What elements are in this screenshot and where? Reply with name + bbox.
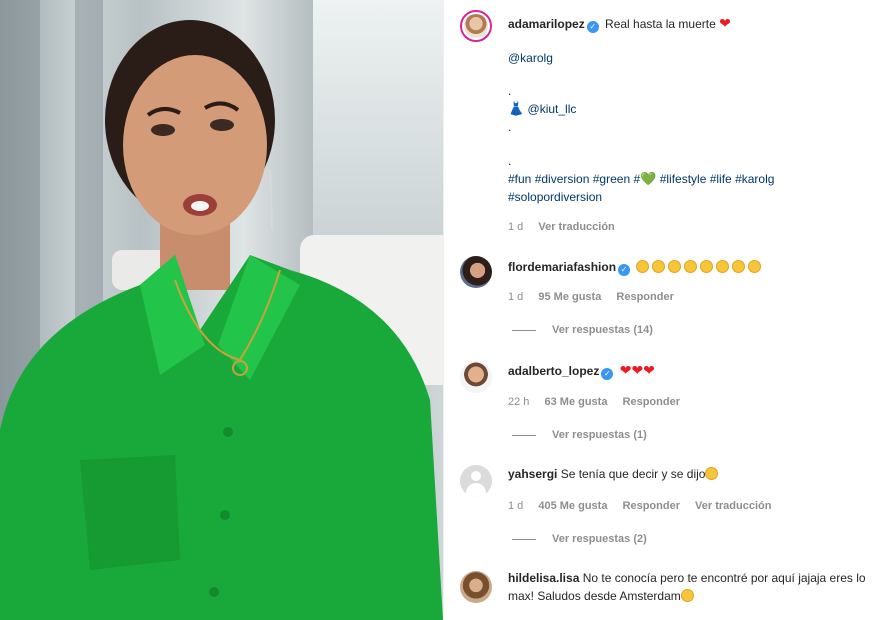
- comment-text: hildelisa.lisa No te conocía pero te enc…: [508, 569, 880, 605]
- view-replies-button[interactable]: Ver respuestas (2): [512, 532, 647, 546]
- laughing-emoji-icon: [636, 260, 764, 274]
- comment-meta: 1 d 95 Me gusta Responder: [508, 290, 686, 304]
- verified-icon: ✓: [618, 264, 631, 276]
- dot-line: .: [508, 120, 512, 134]
- commenter-avatar[interactable]: [460, 465, 492, 497]
- comment-item: hildelisa.lisa No te conocía pero te enc…: [460, 569, 880, 614]
- comments-panel[interactable]: adamarilopez ✓ Real hasta la muerte ❤ @ka…: [443, 0, 888, 620]
- comment-meta: 22 h 63 Me gusta Responder: [508, 395, 692, 409]
- dot-line: .: [508, 84, 512, 98]
- comment-time: 1 d: [508, 291, 524, 303]
- caption-line: Real hasta la muerte: [605, 17, 716, 31]
- comment-time: 22 h: [508, 396, 530, 408]
- hashtag-link[interactable]: #green: [593, 172, 630, 186]
- translate-button[interactable]: Ver traducción: [538, 221, 614, 233]
- comment-text: yahsergi Se tenía que decir y se dijo: [508, 465, 880, 483]
- replies-divider: [512, 434, 536, 436]
- winking-emoji-icon: [680, 589, 694, 602]
- commenter-avatar[interactable]: [460, 256, 492, 288]
- post-meta: 1 d Ver traducción: [508, 220, 627, 234]
- green-heart-icon: 💚: [640, 171, 657, 186]
- post-time: 1 d: [508, 221, 524, 233]
- comment-item: flordemariafashion ✓ 1 d 95 Me gusta Resp…: [460, 256, 880, 346]
- comment-text: flordemariafashion ✓: [508, 258, 880, 276]
- comment-item: adalberto_lopez ✓ ❤❤❤ 22 h 63 Me gusta Re…: [460, 361, 880, 451]
- comment-time: 1 d: [508, 500, 524, 512]
- comment-text: adalberto_lopez ✓ ❤❤❤: [508, 361, 880, 380]
- hashtag-link[interactable]: #life: [710, 172, 732, 186]
- replies-divider: [512, 329, 536, 331]
- likes-count[interactable]: 405 Me gusta: [538, 500, 607, 512]
- commenter-avatar[interactable]: [460, 361, 492, 393]
- hashtags: #fun #diversion #green #💚 #lifestyle #li…: [508, 170, 880, 206]
- mention-link[interactable]: @karolg: [508, 51, 553, 65]
- hashtag-link[interactable]: #lifestyle: [660, 172, 707, 186]
- hashtag-link[interactable]: #diversion: [535, 172, 590, 186]
- comment-username[interactable]: adalberto_lopez: [508, 364, 599, 378]
- hashtag-link[interactable]: #karolg: [735, 172, 774, 186]
- translate-button[interactable]: Ver traducción: [695, 500, 771, 512]
- likes-count[interactable]: 95 Me gusta: [538, 291, 601, 303]
- laughing-emoji-icon: [705, 467, 719, 480]
- comment-item: yahsergi Se tenía que decir y se dijo 1 …: [460, 465, 880, 555]
- commenter-avatar[interactable]: [460, 571, 492, 603]
- hashtag-link[interactable]: #fun: [508, 172, 531, 186]
- reply-button[interactable]: Responder: [616, 291, 673, 303]
- red-heart-icon: ❤: [643, 362, 655, 378]
- red-dress-icon: 👗: [508, 101, 525, 116]
- caption-text: adamarilopez ✓ Real hasta la muerte ❤: [508, 14, 880, 33]
- hashtag-link[interactable]: #💚: [633, 171, 657, 186]
- hashtag-link[interactable]: #solopordiversion: [508, 190, 602, 204]
- red-heart-icon: ❤: [619, 362, 632, 378]
- mention-link[interactable]: @kiut_llc: [528, 102, 577, 116]
- likes-count[interactable]: 63 Me gusta: [544, 396, 607, 408]
- person-illustration: [0, 20, 443, 620]
- replies-divider: [512, 538, 536, 540]
- author-avatar[interactable]: [460, 10, 492, 42]
- verified-icon: ✓: [586, 21, 599, 33]
- post-caption: adamarilopez ✓ Real hasta la muerte ❤ @ka…: [460, 10, 880, 240]
- verified-icon: ✓: [601, 368, 614, 380]
- post-media[interactable]: [0, 0, 443, 620]
- comment-body: Se tenía que decir y se dijo: [560, 467, 706, 481]
- comment-username[interactable]: flordemariafashion: [508, 260, 616, 274]
- reply-button[interactable]: Responder: [623, 500, 680, 512]
- author-username[interactable]: adamarilopez: [508, 17, 585, 31]
- view-replies-button[interactable]: Ver respuestas (14): [512, 323, 653, 337]
- comment-meta: 1 d 405 Me gusta Responder Ver traducció…: [508, 499, 783, 513]
- dress-mention-line: 👗 @kiut_llc: [508, 100, 880, 118]
- view-replies-button[interactable]: Ver respuestas (1): [512, 428, 647, 442]
- comment-username[interactable]: hildelisa.lisa: [508, 571, 579, 585]
- red-heart-icon: ❤: [719, 15, 731, 31]
- comment-username[interactable]: yahsergi: [508, 467, 557, 481]
- mention-line: @karolg: [508, 49, 880, 67]
- reply-button[interactable]: Responder: [623, 396, 680, 408]
- dot-line: .: [508, 154, 512, 168]
- red-heart-icon: ❤: [631, 362, 644, 378]
